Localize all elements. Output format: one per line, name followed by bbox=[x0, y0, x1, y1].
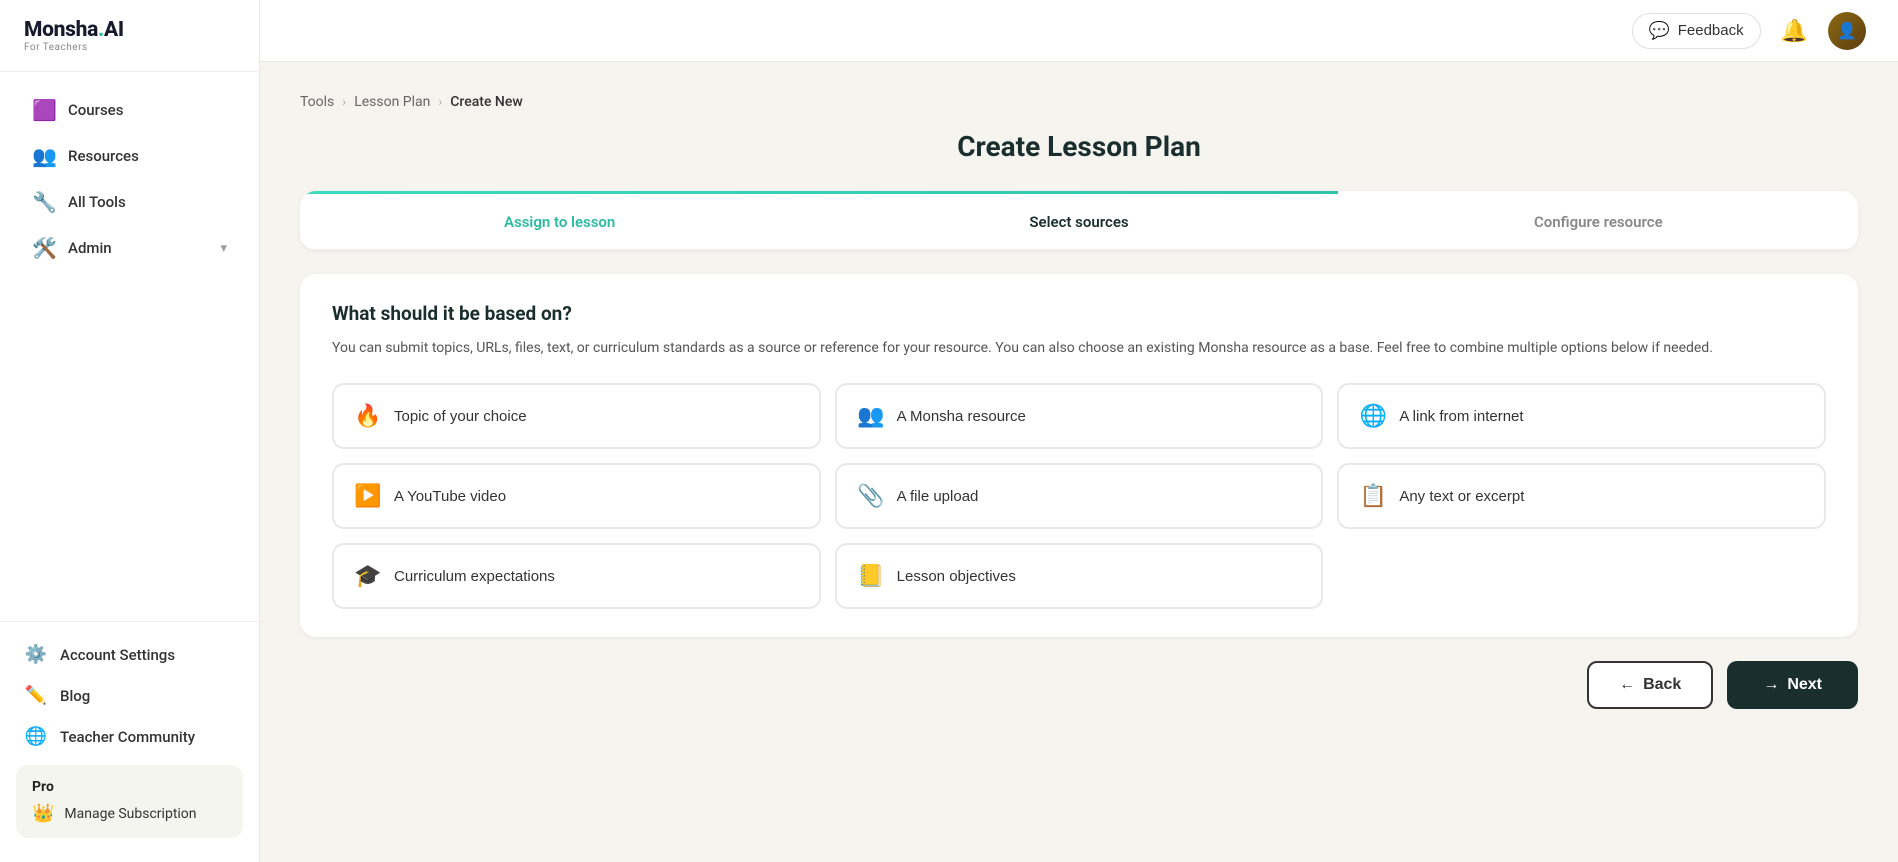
file-icon: 📎 bbox=[857, 483, 885, 509]
sidebar-item-courses[interactable]: 🟪 Courses bbox=[8, 88, 251, 132]
content-area: Tools › Lesson Plan › Create New Create … bbox=[260, 62, 1898, 862]
source-option-objectives-label: Lesson objectives bbox=[897, 568, 1016, 585]
next-label: Next bbox=[1787, 676, 1822, 694]
breadcrumb-sep-1: › bbox=[342, 95, 346, 110]
crown-icon: 👑 bbox=[32, 803, 54, 824]
main-area: 💬 Feedback 🔔 👤 Tools › Lesson Plan › Cre… bbox=[260, 0, 1898, 862]
source-option-monsha[interactable]: 👥 A Monsha resource bbox=[835, 383, 1324, 449]
topic-icon: 🔥 bbox=[354, 403, 382, 429]
manage-subscription-label: Manage Subscription bbox=[64, 806, 196, 822]
steps-card: Assign to lesson Select sources Configur… bbox=[300, 191, 1858, 250]
chevron-down-icon: ▾ bbox=[220, 241, 227, 256]
sources-grid: 🔥 Topic of your choice 👥 A Monsha resour… bbox=[332, 383, 1826, 609]
next-button[interactable]: → Next bbox=[1727, 661, 1858, 709]
back-arrow-icon: ← bbox=[1619, 676, 1635, 694]
avatar-image: 👤 bbox=[1837, 21, 1857, 40]
manage-subscription-button[interactable]: 👑 Manage Subscription bbox=[32, 803, 227, 824]
youtube-icon: ▶️ bbox=[354, 483, 382, 509]
source-option-text-label: Any text or excerpt bbox=[1399, 488, 1524, 505]
tab-assign-to-lesson[interactable]: Assign to lesson bbox=[300, 191, 819, 249]
sidebar-item-account-settings[interactable]: ⚙️ Account Settings bbox=[0, 634, 259, 675]
breadcrumb-tools[interactable]: Tools bbox=[300, 94, 334, 110]
sidebar-item-blog[interactable]: ✏️ Blog bbox=[0, 675, 259, 716]
logo: Monsha.AI For Teachers bbox=[0, 0, 259, 72]
bell-icon: 🔔 bbox=[1781, 18, 1808, 43]
notification-button[interactable]: 🔔 bbox=[1781, 18, 1808, 44]
tab-configure-resource[interactable]: Configure resource bbox=[1339, 191, 1858, 249]
sidebar-nav: 🟪 Courses 👥 Resources 🔧 All Tools 🛠️ Adm… bbox=[0, 72, 259, 621]
sidebar-item-label: Resources bbox=[68, 147, 139, 165]
source-option-youtube-label: A YouTube video bbox=[394, 488, 506, 505]
sidebar-item-label: Account Settings bbox=[60, 646, 175, 664]
source-option-objectives[interactable]: 📒 Lesson objectives bbox=[835, 543, 1324, 609]
source-card-title: What should it be based on? bbox=[332, 302, 1826, 325]
breadcrumb: Tools › Lesson Plan › Create New bbox=[300, 94, 1858, 110]
sidebar-item-label: Teacher Community bbox=[60, 728, 195, 746]
progress-bar bbox=[300, 191, 1338, 194]
logo-text: Monsha.AI bbox=[24, 18, 124, 42]
courses-icon: 🟪 bbox=[32, 98, 56, 122]
source-card: What should it be based on? You can subm… bbox=[300, 274, 1858, 637]
curriculum-icon: 🎓 bbox=[354, 563, 382, 589]
breadcrumb-lesson-plan[interactable]: Lesson Plan bbox=[354, 94, 430, 110]
source-option-topic-label: Topic of your choice bbox=[394, 408, 527, 425]
sidebar-item-teacher-community[interactable]: 🌐 Teacher Community bbox=[0, 716, 259, 757]
tab-select-sources[interactable]: Select sources bbox=[819, 191, 1338, 249]
sidebar-item-admin[interactable]: 🛠️ Admin ▾ bbox=[8, 226, 251, 270]
source-option-file-label: A file upload bbox=[897, 488, 979, 505]
source-option-curriculum-label: Curriculum expectations bbox=[394, 568, 555, 585]
source-card-description: You can submit topics, URLs, files, text… bbox=[332, 337, 1826, 359]
pro-box: Pro 👑 Manage Subscription bbox=[16, 765, 243, 838]
resources-icon: 👥 bbox=[32, 144, 56, 168]
sidebar-item-label: Courses bbox=[68, 101, 123, 119]
community-icon: 🌐 bbox=[24, 726, 48, 747]
account-settings-icon: ⚙️ bbox=[24, 644, 48, 665]
sidebar-bottom: ⚙️ Account Settings ✏️ Blog 🌐 Teacher Co… bbox=[0, 621, 259, 862]
source-option-topic[interactable]: 🔥 Topic of your choice bbox=[332, 383, 821, 449]
sidebar-item-label: All Tools bbox=[68, 193, 126, 211]
breadcrumb-current: Create New bbox=[450, 94, 522, 110]
feedback-button[interactable]: 💬 Feedback bbox=[1632, 13, 1761, 49]
page-title: Create Lesson Plan bbox=[300, 130, 1858, 163]
logo-tagline: For Teachers bbox=[24, 42, 88, 53]
text-icon: 📋 bbox=[1359, 483, 1387, 509]
admin-icon: 🛠️ bbox=[32, 236, 56, 260]
buttons-row: ← Back → Next bbox=[300, 661, 1858, 709]
back-button[interactable]: ← Back bbox=[1587, 661, 1713, 709]
feedback-label: Feedback bbox=[1678, 22, 1744, 39]
avatar[interactable]: 👤 bbox=[1828, 12, 1866, 50]
link-icon: 🌐 bbox=[1359, 403, 1387, 429]
source-option-youtube[interactable]: ▶️ A YouTube video bbox=[332, 463, 821, 529]
steps-header: Assign to lesson Select sources Configur… bbox=[300, 191, 1858, 250]
chat-icon: 💬 bbox=[1649, 21, 1670, 41]
breadcrumb-sep-2: › bbox=[438, 95, 442, 110]
sidebar-item-resources[interactable]: 👥 Resources bbox=[8, 134, 251, 178]
tools-icon: 🔧 bbox=[32, 190, 56, 214]
source-option-monsha-label: A Monsha resource bbox=[897, 408, 1026, 425]
pro-label: Pro bbox=[32, 779, 227, 795]
source-option-text[interactable]: 📋 Any text or excerpt bbox=[1337, 463, 1826, 529]
sidebar: Monsha.AI For Teachers 🟪 Courses 👥 Resou… bbox=[0, 0, 260, 862]
sidebar-item-label: Blog bbox=[60, 687, 90, 705]
objectives-icon: 📒 bbox=[857, 563, 885, 589]
source-option-link[interactable]: 🌐 A link from internet bbox=[1337, 383, 1826, 449]
back-label: Back bbox=[1643, 676, 1681, 694]
source-option-file[interactable]: 📎 A file upload bbox=[835, 463, 1324, 529]
blog-icon: ✏️ bbox=[24, 685, 48, 706]
sidebar-item-all-tools[interactable]: 🔧 All Tools bbox=[8, 180, 251, 224]
sidebar-item-label: Admin bbox=[68, 239, 112, 257]
source-option-link-label: A link from internet bbox=[1399, 408, 1523, 425]
header: 💬 Feedback 🔔 👤 bbox=[260, 0, 1898, 62]
next-arrow-icon: → bbox=[1763, 676, 1779, 694]
source-option-curriculum[interactable]: 🎓 Curriculum expectations bbox=[332, 543, 821, 609]
monsha-icon: 👥 bbox=[857, 403, 885, 429]
